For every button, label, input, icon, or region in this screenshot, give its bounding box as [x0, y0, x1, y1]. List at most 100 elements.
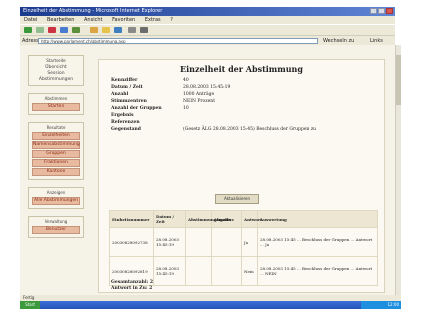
menu-item[interactable]: Ansicht [84, 17, 102, 23]
column-header: Einheitsnummer [109, 210, 154, 228]
sidebar-panel-display: Anzeigen Alle Abstimmungen [28, 187, 84, 209]
table-cell: 20030828092738 [109, 227, 154, 257]
minimize-icon[interactable] [370, 8, 377, 14]
sidebar-panel-home: Startseite Übersicht Session Abstimmunge… [28, 55, 84, 86]
sidebar-link[interactable]: Abstimmungen [32, 77, 80, 82]
close-icon[interactable] [386, 8, 393, 14]
field-value: 10 [183, 106, 189, 111]
panel-heading: Abstimmen [44, 96, 68, 101]
table-cell: Nein [241, 256, 258, 286]
menu-item[interactable]: Extras [145, 17, 161, 23]
address-input[interactable]: http://www.parlament.ch/abstimmung.asp [38, 38, 318, 44]
detail-row: Stimmzentren NEIN Prozent [111, 99, 376, 106]
window-title: Einzelheit der Abstimmung - Microsoft In… [23, 8, 163, 14]
stop-icon[interactable] [48, 27, 56, 33]
column-header: Antwort [241, 210, 262, 228]
panel-heading: Anzeigen [46, 190, 66, 195]
favorites-icon[interactable] [102, 27, 110, 33]
table-cell: Ja [241, 227, 258, 257]
sidebar-button[interactable]: Namensabstimmung [32, 141, 80, 149]
sidebar-button[interactable]: Gruppen [32, 150, 80, 158]
column-header: Abgabe [211, 210, 242, 228]
page-title: Einzelheit der Abstimmung [180, 64, 303, 74]
window-titlebar: Einzelheit der Abstimmung - Microsoft In… [20, 7, 395, 16]
detail-fields: Kennziffer 40 Datum / Zeit 28.08.2003 15:4… [111, 78, 376, 139]
page-content: Startseite Übersicht Session Abstimmunge… [20, 45, 395, 295]
field-label: Anzahl der Gruppen [111, 106, 162, 111]
detail-row: Gegenstand (Gesetz ÄLG 28.08.2003 15:45) … [111, 127, 376, 139]
table-cell: 28.08.2003 15:45 ... Beschluss der Grupp… [257, 256, 378, 286]
detail-row: Datum / Zeit 28.08.2003 15:45:19 [111, 85, 376, 92]
column-header: Auswertung [257, 210, 378, 228]
maximize-icon[interactable] [378, 8, 385, 14]
table-cell [211, 227, 242, 257]
clock: 12:00 [387, 302, 399, 307]
column-header: Abstimmungsmodus [185, 210, 234, 228]
field-label: Anzahl [111, 92, 129, 97]
table-cell: 28.08.2003 15:45 ... Beschluss der Grupp… [257, 227, 378, 257]
scrollbar-thumb[interactable] [396, 55, 401, 105]
sidebar-button[interactable]: Benutzer [32, 226, 80, 234]
field-label: Gegenstand [111, 127, 141, 132]
search-icon[interactable] [90, 27, 98, 33]
panel-heading: Startseite [46, 58, 66, 63]
field-value: (Gesetz ÄLG 28.08.2003 15:45) Beschluss … [183, 127, 317, 132]
field-label: Datum / Zeit [111, 85, 143, 90]
sidebar-button[interactable]: Einzelheiten [32, 132, 80, 140]
table-cell: 28.08.2003 15:45:19 [153, 227, 186, 257]
sidebar-button[interactable]: Kantone [32, 168, 80, 176]
table-cell [185, 256, 212, 286]
sidebar-link[interactable]: Session [32, 71, 80, 76]
field-value: NEIN Prozent [183, 99, 215, 104]
detail-row: Kennziffer 40 [111, 78, 376, 85]
detail-row: Ergebnis [111, 113, 376, 120]
results-table: Einheitsnummer Datum / Zeit Abstimmungsm… [109, 210, 378, 286]
field-label: Ergebnis [111, 113, 134, 118]
panel-heading: Verwaltung [44, 219, 68, 224]
refresh-icon[interactable] [60, 27, 68, 33]
refresh-button[interactable]: Aktualisieren [215, 194, 259, 204]
start-button[interactable]: Start [20, 301, 40, 309]
sidebar-panel-vote: Abstimmen Starten [28, 93, 84, 115]
mail-icon[interactable] [128, 27, 136, 33]
screen: Einzelheit der Abstimmung - Microsoft In… [0, 0, 423, 315]
vertical-scrollbar[interactable] [395, 45, 401, 295]
answer-count: Antwort in Zu: 2 [111, 286, 153, 291]
table-cell [185, 227, 212, 257]
table-cell: 28.08.2003 15:45:19 [153, 256, 186, 286]
detail-row: Referenzen [111, 120, 376, 127]
sidebar-panel-results: Resultate Einzelheiten Namensabstimmung … [28, 122, 84, 180]
sidebar-link[interactable]: Übersicht [32, 65, 80, 70]
print-icon[interactable] [140, 27, 148, 33]
table-row: 20030828092738 28.08.2003 15:45:19 Ja 28… [109, 227, 378, 257]
vote-detail-panel: Einzelheit der Abstimmung Kennziffer 40 D… [98, 59, 385, 293]
menu-item[interactable]: Favoriten [112, 17, 135, 23]
menu-item[interactable]: ? [170, 17, 173, 23]
column-header: Datum / Zeit [153, 210, 186, 228]
sidebar-panel-admin: Verwaltung Benutzer [28, 216, 84, 238]
field-value: 40 [183, 78, 189, 83]
forward-icon[interactable] [36, 27, 44, 33]
status-text: Fertig [23, 295, 35, 300]
address-bar: Adresse http://www.parlament.ch/abstimmu… [20, 35, 395, 45]
field-value: 28.08.2003 15:45:19 [183, 85, 231, 90]
menu-bar: Datei Bearbeiten Ansicht Favoriten Extra… [20, 16, 395, 24]
panel-heading: Resultate [46, 125, 66, 130]
table-footer: Gesamtanzahl: 2 Antwort in Zu: 2 [111, 280, 153, 292]
history-icon[interactable] [114, 27, 122, 33]
toolbar [20, 24, 395, 35]
sidebar-button[interactable]: Fraktionen [32, 159, 80, 167]
home-icon[interactable] [72, 27, 80, 33]
field-label: Kennziffer [111, 78, 138, 83]
sidebar: Startseite Übersicht Session Abstimmunge… [28, 55, 84, 245]
menu-item[interactable]: Bearbeiten [47, 17, 74, 23]
start-vote-button[interactable]: Starten [32, 103, 80, 111]
back-icon[interactable] [24, 27, 32, 33]
field-label: Referenzen [111, 120, 140, 125]
sidebar-button[interactable]: Alle Abstimmungen [32, 197, 80, 205]
field-label: Stimmzentren [111, 99, 147, 104]
system-tray: 12:00 [361, 301, 401, 309]
detail-row: Anzahl der Gruppen 10 [111, 106, 376, 113]
taskbar: Start 12:00 [20, 301, 401, 309]
menu-item[interactable]: Datei [24, 17, 37, 23]
